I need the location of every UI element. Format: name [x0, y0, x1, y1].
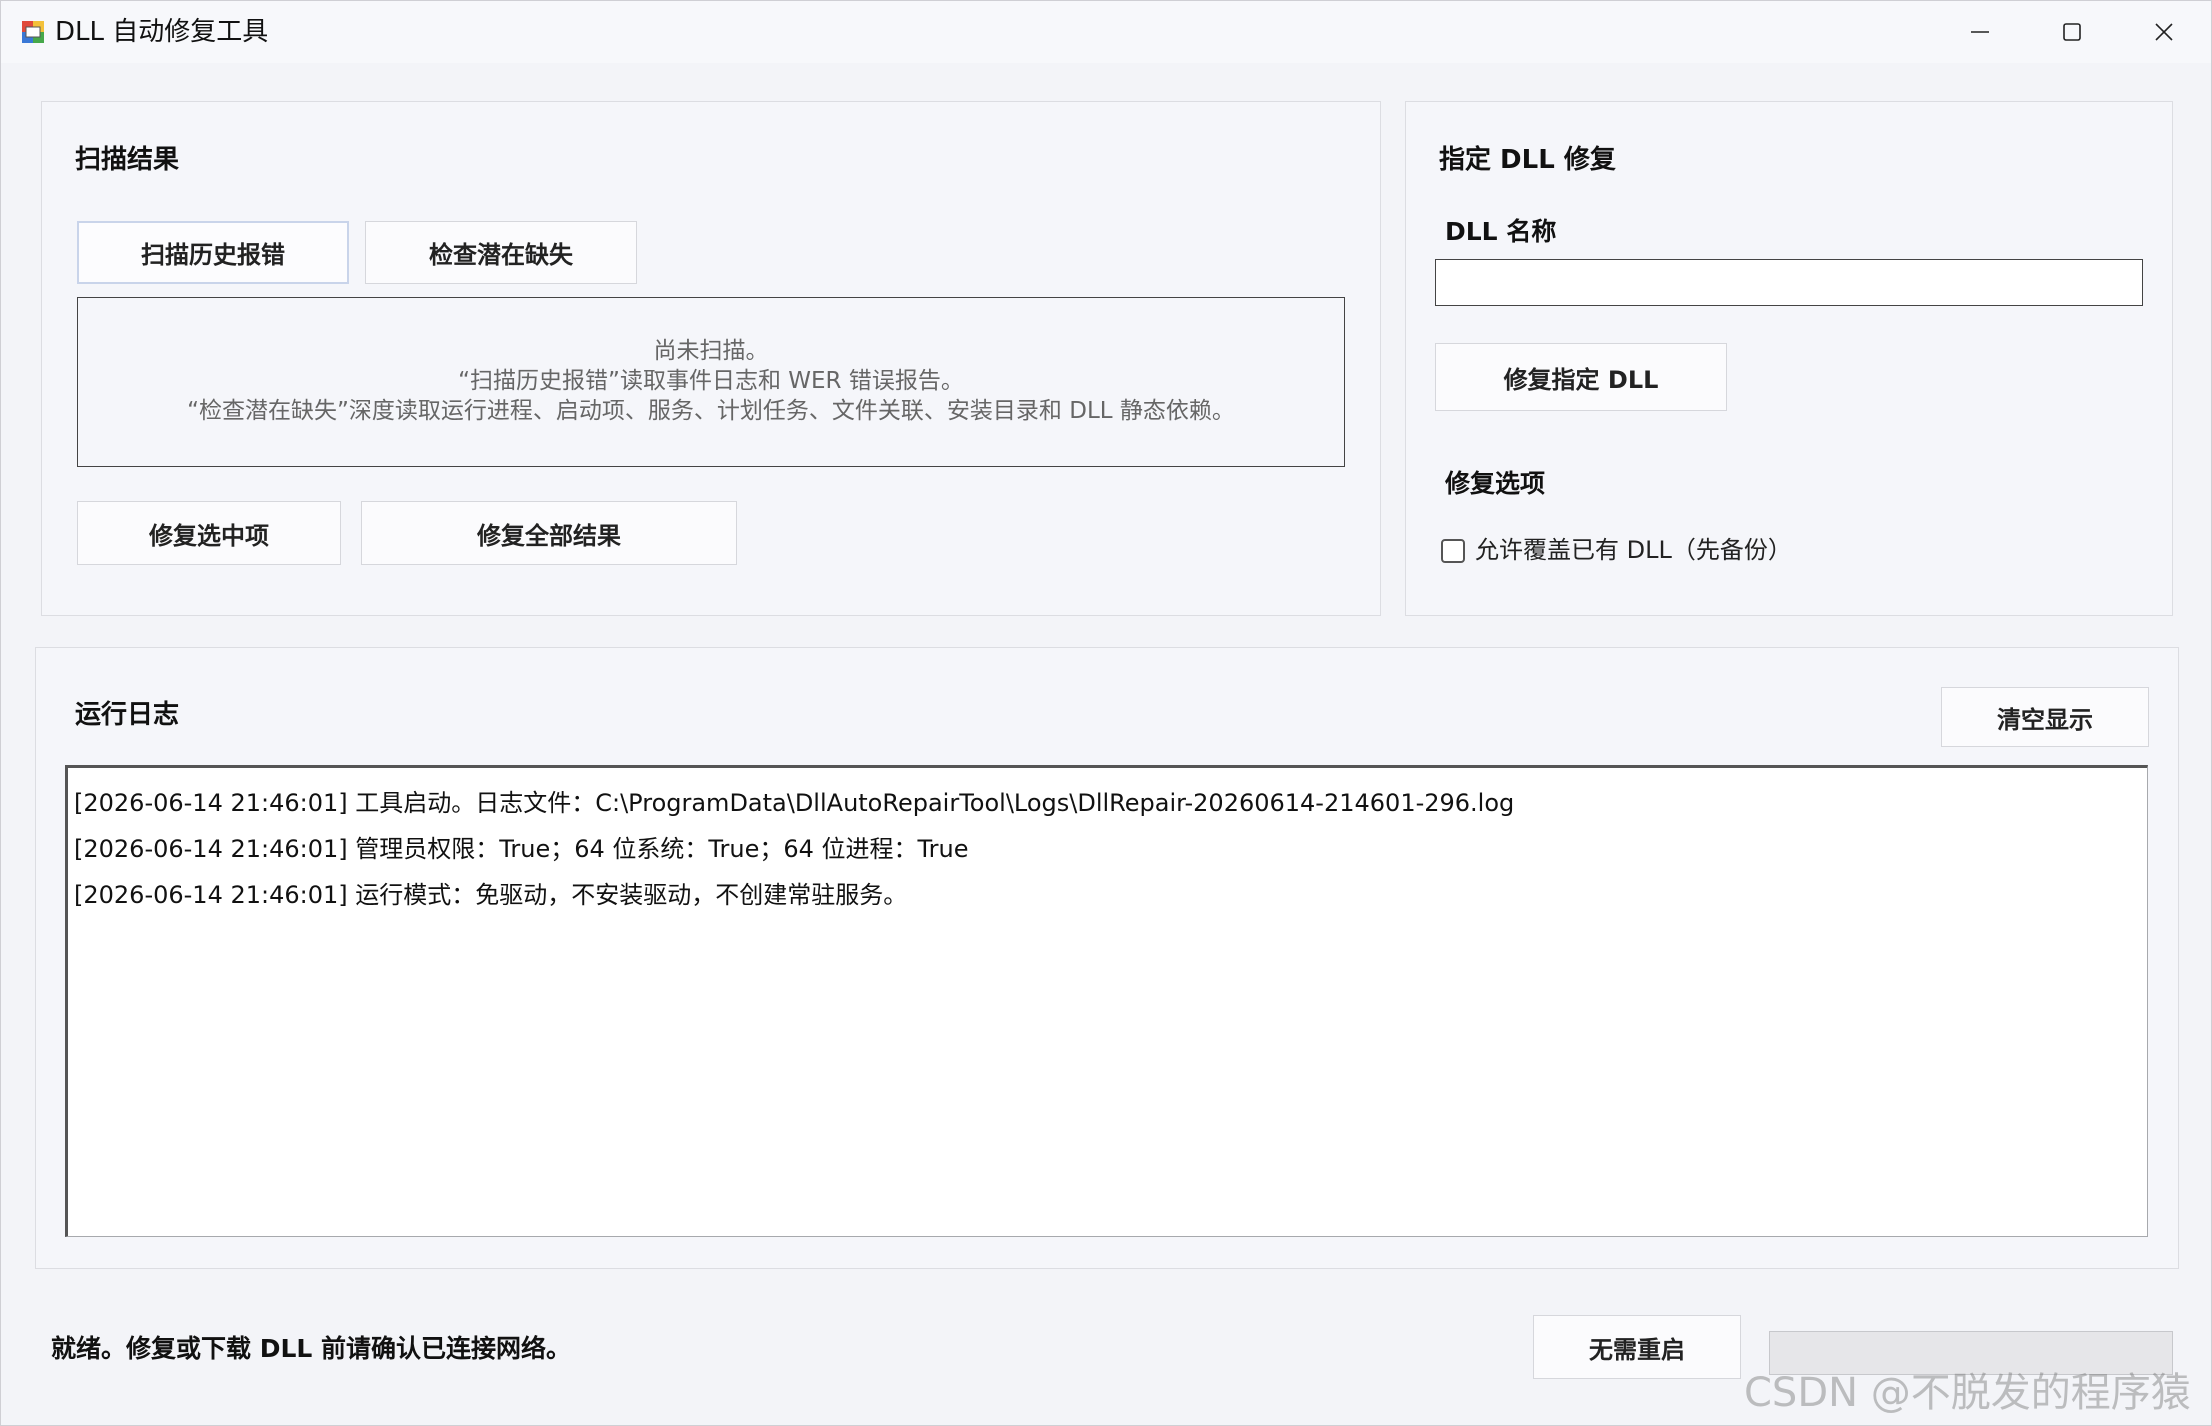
- watermark: CSDN @不脱发的程序猿: [1744, 1370, 2191, 1416]
- close-icon: [2155, 23, 2173, 41]
- overwrite-checkbox[interactable]: [1441, 539, 1465, 563]
- log-line: [2026-06-14 21:46:01] 运行模式：免驱动，不安装驱动，不创建…: [74, 881, 908, 909]
- app-window: DLL 自动修复工具 扫描结果 扫描历史报错 检查潜在缺失 尚未扫描。 “扫描历…: [0, 0, 2212, 1426]
- minimize-icon: [1971, 31, 1989, 33]
- maximize-icon: [2063, 23, 2081, 41]
- log-heading: 运行日志: [75, 700, 180, 730]
- repair-options-heading: 修复选项: [1445, 469, 1546, 498]
- restart-status-button[interactable]: 无需重启: [1533, 1315, 1741, 1379]
- status-text: 就绪。修复或下载 DLL 前请确认已连接网络。: [51, 1334, 572, 1363]
- specific-dll-heading: 指定 DLL 修复: [1439, 145, 1616, 175]
- clear-log-button[interactable]: 清空显示: [1941, 687, 2149, 747]
- minimize-button[interactable]: [1934, 1, 2026, 63]
- app-icon: [21, 20, 45, 44]
- title-bar[interactable]: DLL 自动修复工具: [1, 1, 2211, 63]
- repair-specific-button[interactable]: 修复指定 DLL: [1435, 343, 1727, 411]
- scan-results-heading: 扫描结果: [75, 145, 180, 175]
- info-line: 尚未扫描。: [653, 338, 769, 364]
- dll-name-label: DLL 名称: [1445, 217, 1557, 246]
- dll-name-input[interactable]: [1435, 259, 2143, 306]
- scan-results-list[interactable]: 尚未扫描。 “扫描历史报错”读取事件日志和 WER 错误报告。 “检查潜在缺失”…: [77, 297, 1345, 467]
- info-line: “扫描历史报错”读取事件日志和 WER 错误报告。: [458, 368, 964, 394]
- overwrite-label[interactable]: 允许覆盖已有 DLL（先备份）: [1475, 534, 1792, 566]
- repair-selected-button[interactable]: 修复选中项: [77, 501, 341, 565]
- log-textbox[interactable]: [2026-06-14 21:46:01] 工具启动。日志文件：C:\Progr…: [65, 765, 2148, 1237]
- repair-all-button[interactable]: 修复全部结果: [361, 501, 737, 565]
- log-line: [2026-06-14 21:46:01] 管理员权限：True；64 位系统：…: [74, 835, 969, 863]
- close-button[interactable]: [2118, 1, 2210, 63]
- maximize-button[interactable]: [2026, 1, 2118, 63]
- scan-history-button[interactable]: 扫描历史报错: [77, 221, 349, 284]
- info-line: “检查潜在缺失”深度读取运行进程、启动项、服务、计划任务、文件关联、安装目录和 …: [187, 398, 1235, 424]
- window-title: DLL 自动修复工具: [55, 17, 269, 47]
- check-missing-button[interactable]: 检查潜在缺失: [365, 221, 637, 284]
- log-line: [2026-06-14 21:46:01] 工具启动。日志文件：C:\Progr…: [74, 789, 1515, 817]
